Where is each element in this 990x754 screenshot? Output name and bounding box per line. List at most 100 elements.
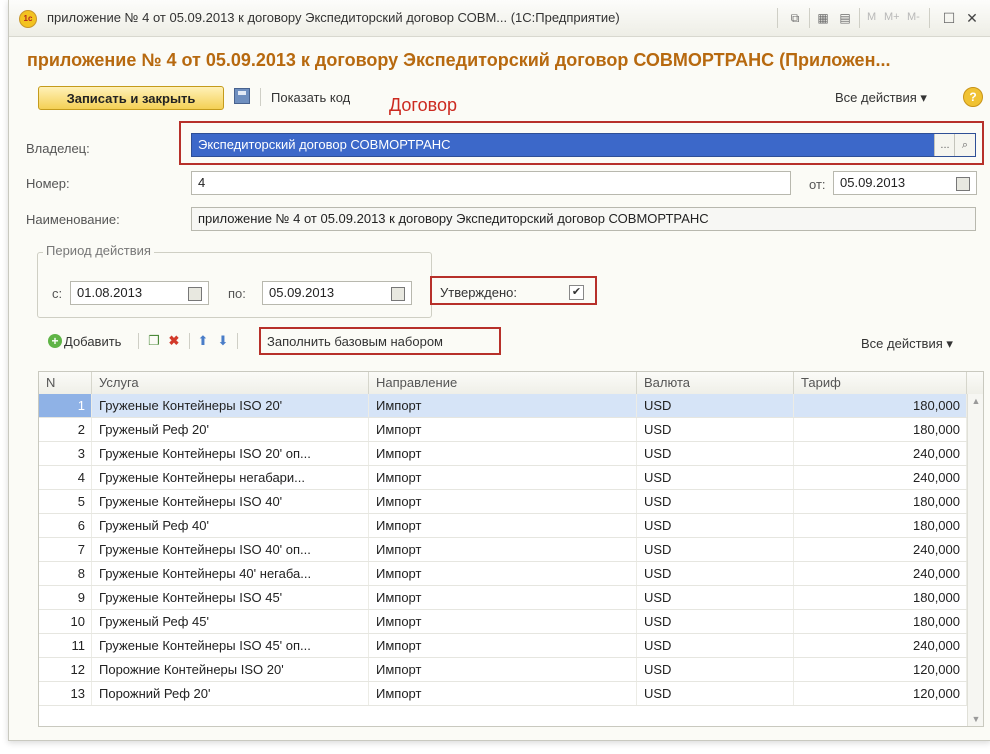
cell-service[interactable]: Груженые Контейнеры 40' негаба...: [92, 562, 369, 585]
move-up-icon[interactable]: ⬆: [195, 333, 211, 349]
save-and-close-button[interactable]: Записать и закрыть: [38, 86, 224, 110]
cell-n[interactable]: 10: [39, 610, 92, 633]
cell-n[interactable]: 1: [39, 394, 92, 417]
cell-currency[interactable]: USD: [637, 562, 794, 585]
add-button[interactable]: Добавить: [64, 334, 121, 349]
date-field[interactable]: 05.09.2013: [833, 171, 977, 195]
calculator-icon[interactable]: ▦: [815, 10, 831, 26]
copy-icon[interactable]: ❐: [146, 333, 162, 349]
cell-tariff[interactable]: 180,000: [794, 610, 967, 633]
cell-currency[interactable]: USD: [637, 610, 794, 633]
search-icon[interactable]: ⌕: [954, 134, 975, 156]
cell-currency[interactable]: USD: [637, 394, 794, 417]
cell-n[interactable]: 11: [39, 634, 92, 657]
help-icon[interactable]: ?: [963, 87, 983, 107]
cell-currency[interactable]: USD: [637, 418, 794, 441]
cell-tariff[interactable]: 120,000: [794, 658, 967, 681]
cell-tariff[interactable]: 180,000: [794, 514, 967, 537]
cell-currency[interactable]: USD: [637, 442, 794, 465]
column-header-tariff[interactable]: Тариф: [794, 372, 967, 394]
cell-direction[interactable]: Импорт: [369, 490, 637, 513]
scroll-up-icon[interactable]: ▲: [970, 396, 982, 406]
period-to-field[interactable]: 05.09.2013: [262, 281, 412, 305]
cell-service[interactable]: Груженые Контейнеры ISO 40' оп...: [92, 538, 369, 561]
table-scrollbar[interactable]: ▲ ▼: [967, 394, 983, 726]
cell-service[interactable]: Груженые Контейнеры негабари...: [92, 466, 369, 489]
cell-currency[interactable]: USD: [637, 634, 794, 657]
cell-service[interactable]: Порожние Контейнеры ISO 20': [92, 658, 369, 681]
cell-tariff[interactable]: 240,000: [794, 466, 967, 489]
cell-currency[interactable]: USD: [637, 490, 794, 513]
column-header-n[interactable]: N: [39, 372, 92, 394]
column-header-direction[interactable]: Направление: [369, 372, 637, 394]
cell-tariff[interactable]: 180,000: [794, 418, 967, 441]
cell-n[interactable]: 5: [39, 490, 92, 513]
show-code-button[interactable]: Показать код: [271, 90, 350, 105]
cell-currency[interactable]: USD: [637, 658, 794, 681]
table-row[interactable]: 12 Порожние Контейнеры ISO 20' Импорт USD 12…: [39, 658, 967, 682]
owner-select-button[interactable]: ...: [934, 134, 955, 156]
cell-tariff[interactable]: 240,000: [794, 442, 967, 465]
cell-direction[interactable]: Импорт: [369, 466, 637, 489]
cell-n[interactable]: 4: [39, 466, 92, 489]
cell-service[interactable]: Груженые Контейнеры ISO 45': [92, 586, 369, 609]
all-actions-menu[interactable]: Все действия ▾: [835, 90, 927, 106]
table-row[interactable]: 9 Груженые Контейнеры ISO 45' Импорт USD 180…: [39, 586, 967, 610]
app-logo-icon[interactable]: 1с: [19, 10, 37, 28]
table-row[interactable]: 7 Груженые Контейнеры ISO 40' оп... Импорт…: [39, 538, 967, 562]
cell-direction[interactable]: Импорт: [369, 658, 637, 681]
table-all-actions-menu[interactable]: Все действия ▾: [861, 336, 953, 352]
delete-icon[interactable]: ✖: [166, 333, 182, 349]
cell-n[interactable]: 9: [39, 586, 92, 609]
column-header-service[interactable]: Услуга: [92, 372, 369, 394]
save-icon[interactable]: [234, 88, 250, 104]
cell-direction[interactable]: Импорт: [369, 586, 637, 609]
cell-tariff[interactable]: 180,000: [794, 490, 967, 513]
cell-service[interactable]: Груженые Контейнеры ISO 45' оп...: [92, 634, 369, 657]
table-row[interactable]: 10 Груженый Реф 45' Импорт USD 180,000: [39, 610, 967, 634]
cell-tariff[interactable]: 180,000: [794, 586, 967, 609]
cell-service[interactable]: Груженый Реф 45': [92, 610, 369, 633]
cell-n[interactable]: 12: [39, 658, 92, 681]
cell-direction[interactable]: Импорт: [369, 538, 637, 561]
table-row[interactable]: 1 Груженые Контейнеры ISO 20' Импорт USD 180…: [39, 394, 967, 418]
maximize-icon[interactable]: ☐: [941, 10, 957, 26]
cell-service[interactable]: Груженые Контейнеры ISO 20' оп...: [92, 442, 369, 465]
name-field[interactable]: приложение № 4 от 05.09.2013 к договору …: [191, 207, 976, 231]
calendar-icon[interactable]: [188, 287, 202, 301]
period-from-field[interactable]: 01.08.2013: [70, 281, 209, 305]
scroll-down-icon[interactable]: ▼: [970, 714, 982, 724]
close-icon[interactable]: ✕: [964, 10, 980, 26]
calendar-icon[interactable]: [956, 177, 970, 191]
cell-currency[interactable]: USD: [637, 586, 794, 609]
memory-m-button[interactable]: M: [867, 11, 876, 23]
cell-direction[interactable]: Импорт: [369, 634, 637, 657]
cell-tariff[interactable]: 240,000: [794, 634, 967, 657]
cell-n[interactable]: 13: [39, 682, 92, 705]
add-icon[interactable]: +: [48, 334, 62, 348]
cell-n[interactable]: 8: [39, 562, 92, 585]
table-row[interactable]: 8 Груженые Контейнеры 40' негаба... Импорт…: [39, 562, 967, 586]
cell-n[interactable]: 7: [39, 538, 92, 561]
owner-field[interactable]: Экспедиторский договор СОВМОРТРАНС ... ⌕: [191, 133, 976, 157]
link-icon[interactable]: ⧉: [787, 10, 803, 26]
number-field[interactable]: 4: [191, 171, 791, 195]
cell-direction[interactable]: Импорт: [369, 418, 637, 441]
cell-service[interactable]: Груженые Контейнеры ISO 40': [92, 490, 369, 513]
table-row[interactable]: 4 Груженые Контейнеры негабари... Импорт US…: [39, 466, 967, 490]
table-row[interactable]: 5 Груженые Контейнеры ISO 40' Импорт USD 180…: [39, 490, 967, 514]
cell-service[interactable]: Порожний Реф 20': [92, 682, 369, 705]
cell-tariff[interactable]: 240,000: [794, 562, 967, 585]
column-header-currency[interactable]: Валюта: [637, 372, 794, 394]
fill-base-set-button[interactable]: Заполнить базовым набором: [267, 334, 443, 349]
cell-direction[interactable]: Импорт: [369, 610, 637, 633]
table-row[interactable]: 6 Груженый Реф 40' Импорт USD 180,000: [39, 514, 967, 538]
memory-plus-button[interactable]: M+: [884, 11, 900, 23]
memory-minus-button[interactable]: M-: [907, 11, 920, 23]
table-row[interactable]: 2 Груженый Реф 20' Импорт USD 180,000: [39, 418, 967, 442]
cell-direction[interactable]: Импорт: [369, 394, 637, 417]
cell-service[interactable]: Груженые Контейнеры ISO 20': [92, 394, 369, 417]
calendar-icon[interactable]: ▤: [837, 10, 853, 26]
cell-currency[interactable]: USD: [637, 466, 794, 489]
cell-currency[interactable]: USD: [637, 538, 794, 561]
